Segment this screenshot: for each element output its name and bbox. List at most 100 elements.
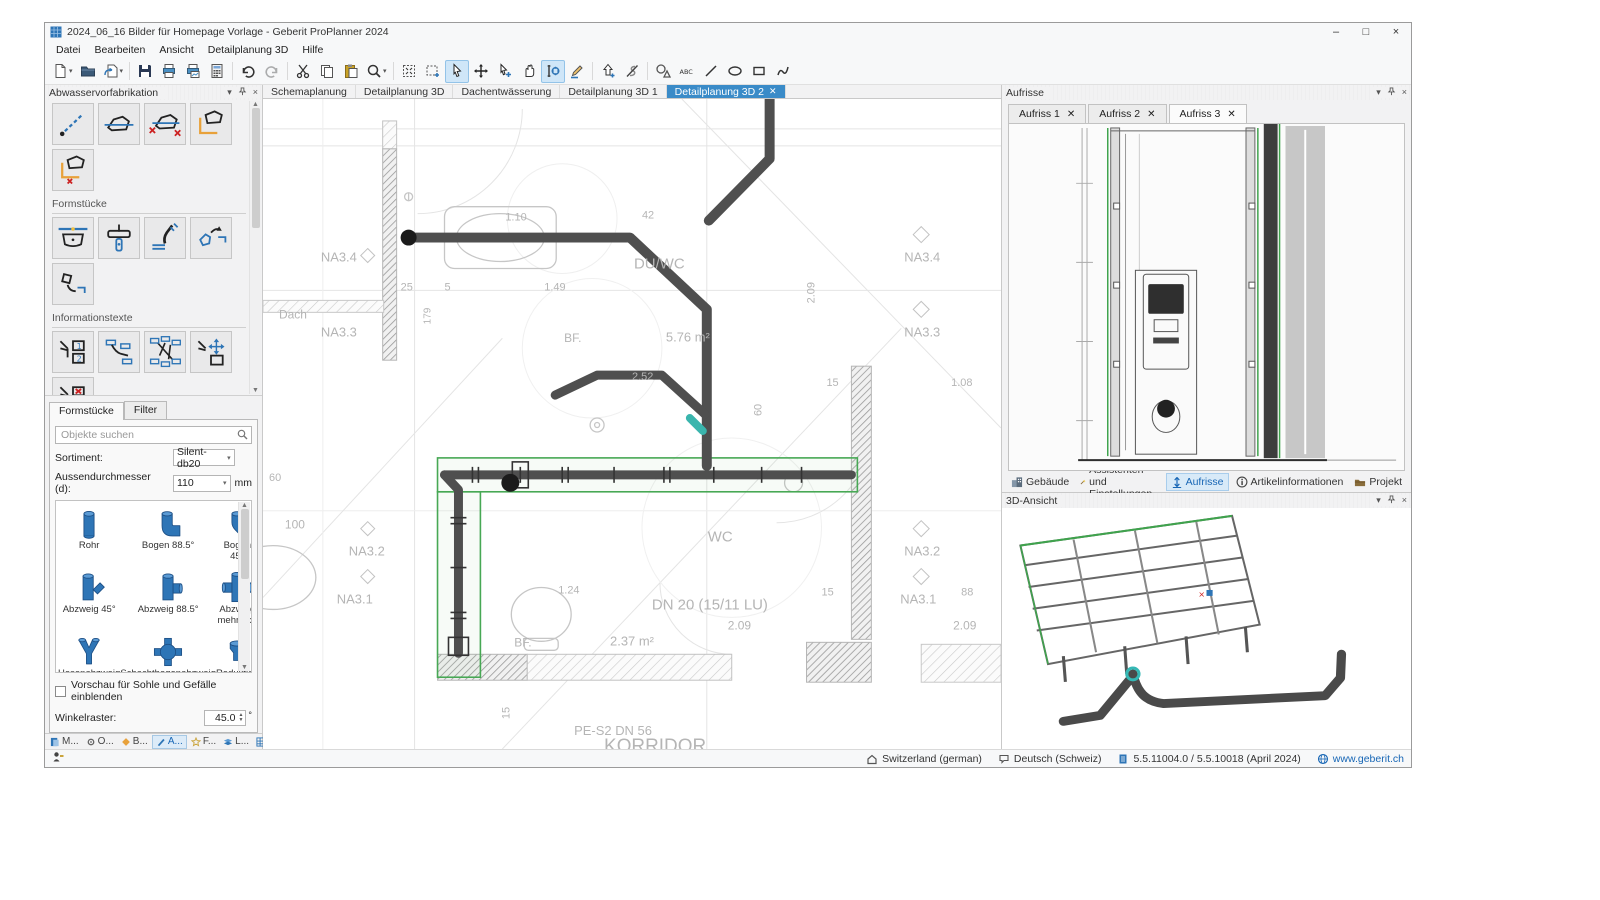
fitting-item-abzweig-88-5-[interactable]: Abzweig 88.5° <box>120 571 216 627</box>
fitting-item-schachtbogenabzweig[interactable]: Schachtbogenabzweig <box>120 635 216 673</box>
prefab-area-tool-button[interactable] <box>98 103 140 145</box>
panel-dropdown-icon[interactable]: ▾ <box>1376 496 1381 505</box>
print-icon[interactable] <box>157 60 181 83</box>
select-add-icon[interactable] <box>493 60 517 83</box>
draw-edit-icon[interactable] <box>565 60 589 83</box>
dock-tab-O[interactable]: O... <box>83 735 117 749</box>
label-callouts-tool-button[interactable] <box>98 331 140 373</box>
angle-spinner[interactable]: 45.0 ▲▼ <box>204 710 246 726</box>
fitting-under-slab-tool-button[interactable] <box>52 217 94 259</box>
drawing-tab-detailplanung-3d-2[interactable]: Detailplanung 3D 2✕ <box>667 85 786 98</box>
aufriss-tab-aufriss-2[interactable]: Aufriss 2✕ <box>1088 104 1166 124</box>
close-panel-icon[interactable]: × <box>1402 496 1407 505</box>
aufriss-tab-aufriss-1[interactable]: Aufriss 1✕ <box>1008 104 1086 124</box>
dock-tab-M[interactable]: M... <box>47 735 82 749</box>
fitting-item-bogen-88-5-[interactable]: Bogen 88.5° <box>120 507 216 563</box>
drawing-tab-dachentwässerung[interactable]: Dachentwässerung <box>453 85 560 98</box>
label-delete-tool-button[interactable] <box>52 377 94 396</box>
fitting-item-rohr[interactable]: Rohr <box>58 507 120 563</box>
panel-tab-projekt[interactable]: Projekt <box>1350 474 1406 490</box>
maximize-button[interactable]: □ <box>1351 23 1381 41</box>
panel-dropdown-icon[interactable]: ▾ <box>1376 88 1381 97</box>
panel-tab-aufrisse[interactable]: Aufrisse <box>1166 473 1229 491</box>
elevation-view[interactable] <box>1008 123 1405 471</box>
dimension-settings-icon[interactable] <box>541 60 565 83</box>
select-cursor-icon[interactable] <box>445 60 469 83</box>
hand-icon[interactable] <box>517 60 541 83</box>
panel-tab-artikelinformationen[interactable]: Artikelinformationen <box>1232 474 1348 490</box>
pin-icon[interactable] <box>238 87 247 98</box>
catalog-tab-formstücke[interactable]: Formstücke <box>49 402 124 420</box>
search-input[interactable] <box>55 426 252 444</box>
preview-checkbox[interactable] <box>55 686 66 697</box>
print-preview-icon[interactable] <box>181 60 205 83</box>
svg-text:100: 100 <box>285 518 305 532</box>
label-move-tool-button[interactable] <box>190 331 232 373</box>
view3d-viewport[interactable]: × <box>1002 508 1411 749</box>
menu-datei[interactable]: Datei <box>49 43 88 57</box>
close-panel-icon[interactable]: × <box>1402 88 1407 97</box>
new-document-icon[interactable]: ▾ <box>49 60 76 83</box>
fitting-move-tool-button[interactable] <box>190 217 232 259</box>
drawing-tab-schemaplanung[interactable]: Schemaplanung <box>263 85 356 98</box>
prefab-orange-tool-button[interactable] <box>190 103 232 145</box>
catalog-tab-filter[interactable]: Filter <box>124 401 167 419</box>
menu-bearbeiten[interactable]: Bearbeiten <box>88 43 153 57</box>
fitting-chain-tool-button[interactable] <box>52 263 94 305</box>
calculator-icon[interactable] <box>205 60 229 83</box>
undo-icon[interactable] <box>236 60 260 83</box>
dock-tab-L[interactable]: L... <box>220 735 252 749</box>
pin-icon[interactable] <box>1387 495 1396 506</box>
menu-detailplanung-3d[interactable]: Detailplanung 3D <box>201 43 296 57</box>
zoom-window-icon[interactable] <box>421 60 445 83</box>
aufriss-tab-aufriss-3[interactable]: Aufriss 3✕ <box>1169 104 1247 124</box>
pan-move-icon[interactable] <box>469 60 493 83</box>
status-link[interactable]: www.geberit.ch <box>1317 753 1404 765</box>
line-icon[interactable] <box>699 60 723 83</box>
dock-tab-A[interactable]: A... <box>152 735 187 749</box>
ellipse-icon[interactable] <box>723 60 747 83</box>
zoom-fit-icon[interactable] <box>397 60 421 83</box>
pin-icon[interactable] <box>1387 87 1396 98</box>
save-icon[interactable] <box>133 60 157 83</box>
redo-icon[interactable] <box>260 60 284 83</box>
rectangle-icon[interactable] <box>747 60 771 83</box>
drawing-tab-detailplanung-3d-1[interactable]: Detailplanung 3D 1 <box>560 85 666 98</box>
drawing-tab-detailplanung-3d[interactable]: Detailplanung 3D <box>356 85 454 98</box>
import-template-icon[interactable]: ▾ <box>100 60 127 83</box>
fitting-bend-combo-tool-button[interactable] <box>144 217 186 259</box>
text-abc-icon[interactable]: ABC <box>675 60 699 83</box>
panel-dropdown-icon[interactable]: ▾ <box>227 88 232 97</box>
floor-plan-canvas[interactable]: 1.1042NA3.4DU/WC2551.49NA3.42.09DachNA3.… <box>263 99 1001 749</box>
disable-draw-icon[interactable] <box>620 60 644 83</box>
label-multi-tool-button[interactable] <box>144 331 186 373</box>
arrow-up-add-icon[interactable] <box>596 60 620 83</box>
diameter-select[interactable]: 110▾ <box>173 475 231 492</box>
panel-tab-gebäude[interactable]: Gebäude <box>1007 474 1073 490</box>
palette-scrollbar[interactable]: ▲▼ <box>249 101 261 394</box>
draw-pipe-tool-button[interactable] <box>52 103 94 145</box>
dock-tab-F[interactable]: F... <box>188 735 219 749</box>
menu-ansicht[interactable]: Ansicht <box>152 43 200 57</box>
label-numbered-tool-button[interactable]: 12 <box>52 331 94 373</box>
fitting-hammer-tool-button[interactable] <box>98 217 140 259</box>
fitting-list-scrollbar[interactable]: ▲▼ <box>238 502 250 671</box>
prefab-orange-delete-tool-button[interactable] <box>52 149 94 191</box>
menu-hilfe[interactable]: Hilfe <box>295 43 330 57</box>
shapes-icon[interactable] <box>651 60 675 83</box>
fitting-item-hosenabzweig[interactable]: Hosenabzweig <box>58 635 120 673</box>
copy-icon[interactable] <box>315 60 339 83</box>
dock-tab-B[interactable]: B... <box>118 735 151 749</box>
paste-icon[interactable] <box>339 60 363 83</box>
prefab-area-delete-tool-button[interactable] <box>144 103 186 145</box>
zoom-icon[interactable]: ▾ <box>363 60 390 83</box>
open-folder-icon[interactable] <box>76 60 100 83</box>
cut-icon[interactable] <box>291 60 315 83</box>
polyline-icon[interactable] <box>771 60 795 83</box>
sortiment-select[interactable]: Silent-db20▾ <box>173 449 235 466</box>
minimize-button[interactable]: – <box>1321 23 1351 41</box>
status-page: 5.5.11004.0 / 5.5.10018 (April 2024) <box>1117 753 1300 765</box>
close-button[interactable]: × <box>1381 23 1411 41</box>
close-panel-icon[interactable]: × <box>253 88 258 97</box>
fitting-item-abzweig-45-[interactable]: Abzweig 45° <box>58 571 120 627</box>
